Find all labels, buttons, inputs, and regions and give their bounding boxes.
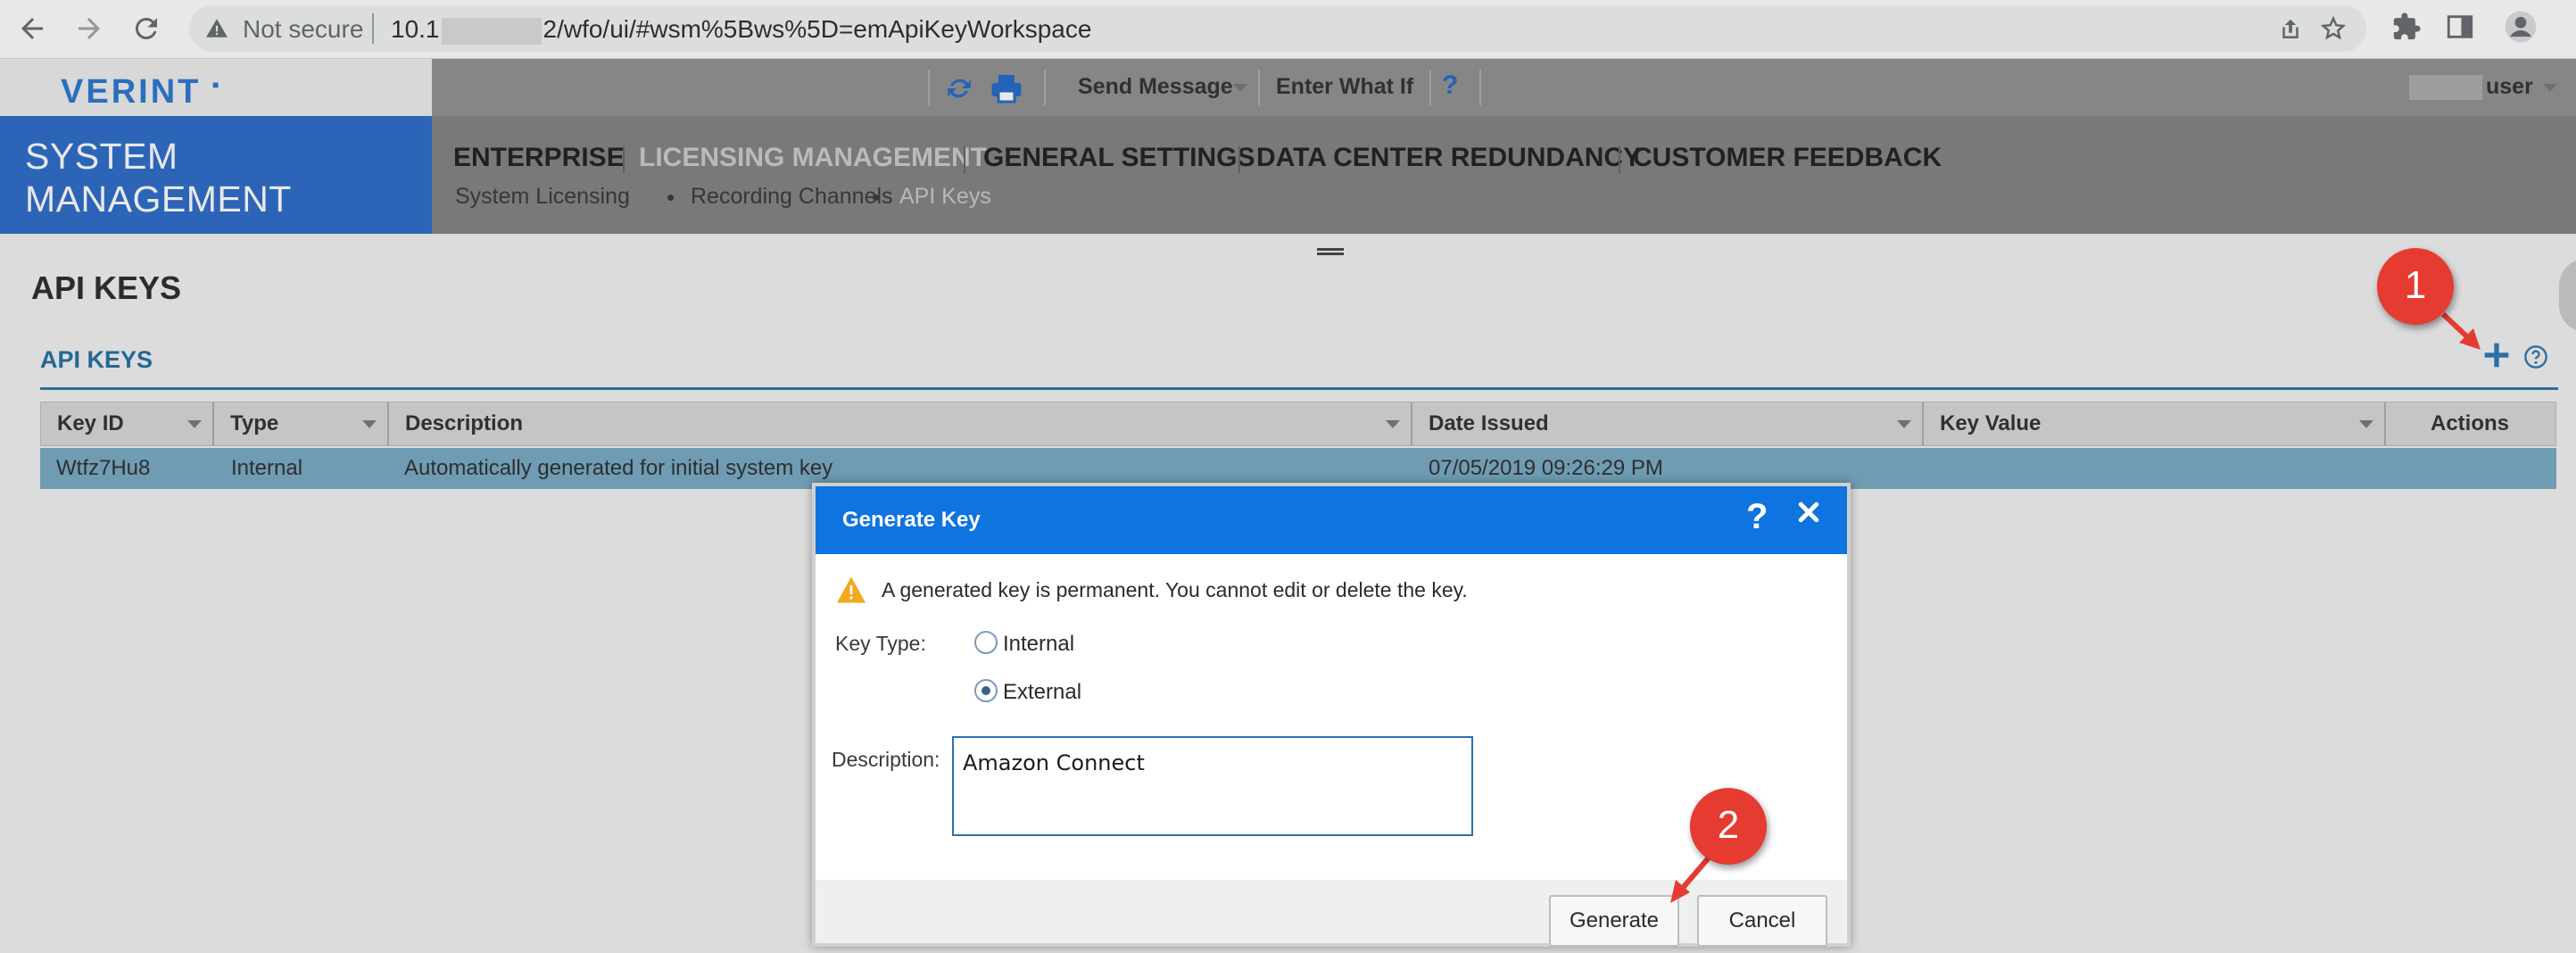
callout-arrows bbox=[1670, 311, 2481, 903]
callout-badge: 2 bbox=[1690, 788, 1767, 865]
callout-badge: 1 bbox=[2377, 248, 2454, 325]
